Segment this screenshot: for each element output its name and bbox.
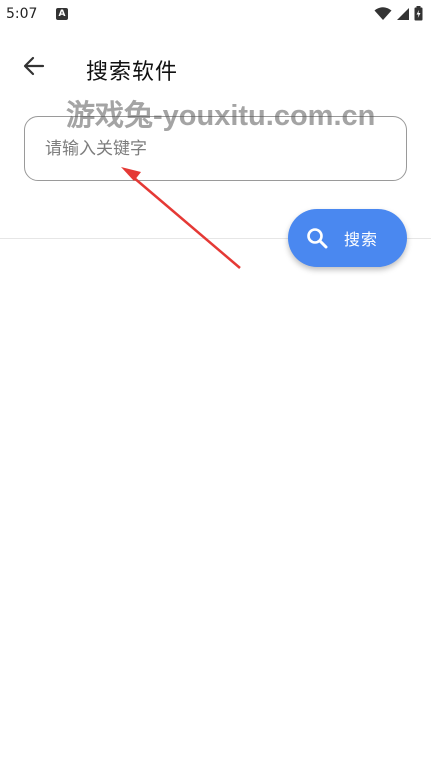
a-badge-icon: A <box>56 8 68 20</box>
search-button-label: 搜索 <box>344 230 379 249</box>
search-icon <box>306 227 328 249</box>
search-button[interactable]: 搜索 <box>288 209 407 267</box>
app-bar: 搜索软件 <box>0 40 431 96</box>
signal-icon <box>396 7 410 21</box>
status-icons <box>374 6 423 21</box>
watermark: 游戏兔-youxitu.com.cn <box>66 100 376 132</box>
arrow-left-icon <box>23 56 45 80</box>
wifi-icon <box>374 6 392 21</box>
page-title: 搜索软件 <box>86 60 179 85</box>
back-button[interactable] <box>14 50 54 86</box>
status-bar: 5:07 A <box>0 0 431 30</box>
battery-icon <box>414 6 423 21</box>
status-time: 5:07 <box>6 6 38 22</box>
screen: 5:07 A 搜索软件 请输入关键字 游戏兔-youxitu.com.cn 搜索 <box>0 0 431 767</box>
